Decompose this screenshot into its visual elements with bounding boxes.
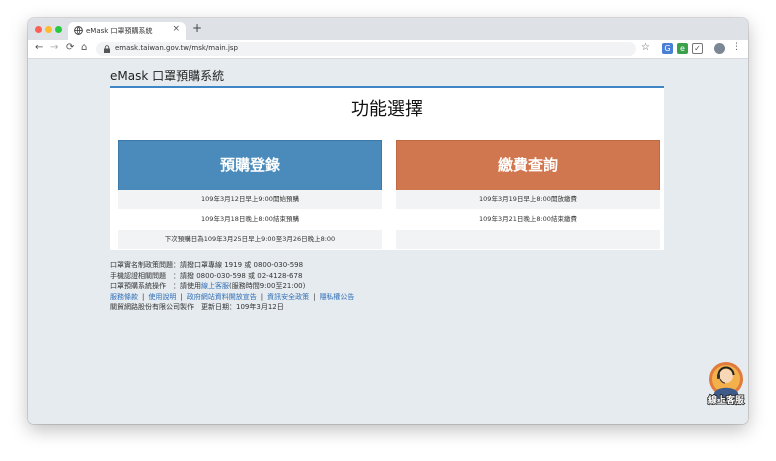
back-button[interactable]: ← [35, 42, 43, 53]
link-separator: | [142, 292, 145, 301]
footer: 口罩實名制政策問題：請撥口罩專線 1919 或 0800-030-598 手機認… [110, 260, 354, 313]
globe-icon [74, 26, 83, 35]
online-service-link[interactable]: 線上客服 [201, 282, 229, 290]
pocket-extension-icon[interactable]: ✓ [692, 43, 703, 54]
browser-tab[interactable]: eMask 口罩預購系統 × [68, 22, 186, 40]
payment-end-info: 109年3月21日晚上8:00結束繳費 [479, 215, 577, 223]
online-service-widget[interactable]: 線上客服 [704, 359, 748, 411]
online-service-widget-label: 線上客服 [707, 395, 745, 407]
lock-icon [104, 45, 110, 53]
link-separator: | [180, 292, 183, 301]
mask-policy-contact: 口罩實名制政策問題：請撥口罩專線 1919 或 0800-030-598 [110, 261, 304, 269]
menu-dots-icon[interactable]: ⋮ [732, 42, 741, 52]
tab-bar: eMask 口罩預購系統 × + [28, 18, 748, 40]
service-hours: (服務時間9:00至21:00) [229, 282, 306, 290]
profile-avatar-icon[interactable] [714, 43, 725, 54]
link-separator: | [260, 292, 264, 301]
home-button[interactable]: ⌂ [81, 42, 87, 53]
reload-button[interactable]: ⟳ [66, 42, 74, 53]
minimize-window-button[interactable] [45, 26, 52, 33]
tab-close-icon[interactable]: × [172, 24, 180, 34]
preorder-register-button[interactable]: 預購登錄 [118, 140, 382, 191]
next-preorder-info: 下次預購日為109年3月25日早上9:00至3月26日晚上8:00 [118, 230, 382, 249]
page-content: eMask 口罩預購系統 功能選擇 預購登錄 繳費查詢 109年3月12日早上9… [28, 59, 748, 424]
forward-button[interactable]: → [50, 42, 58, 53]
open-data-declaration-link[interactable]: 政府網站資料開放宣告 [187, 293, 257, 301]
privacy-notice-link[interactable]: 隱私權公告 [319, 293, 354, 301]
system-operation-contact: 口罩預購系統操作 ：請使用線上客服(服務時間9:00至21:00) [110, 281, 354, 292]
bookmark-star-icon[interactable]: ☆ [641, 42, 650, 53]
tab-title: eMask 口罩預購系統 [86, 27, 153, 35]
preorder-start-info: 109年3月12日早上9:00開始預購 [118, 190, 382, 209]
payment-start-info: 109年3月19日早上8:00開放繳費 [396, 190, 660, 209]
close-window-button[interactable] [35, 26, 42, 33]
maximize-window-button[interactable] [55, 26, 62, 33]
link-separator: | [313, 292, 316, 301]
site-credit: 關貿網路股份有限公司製作 更新日期：109年3月12日 [110, 303, 284, 311]
operation-prefix: 口罩預購系統操作 ：請使用 [110, 282, 201, 290]
page-title: 功能選擇 [351, 99, 423, 120]
security-policy-link[interactable]: 資訊安全政策 [267, 293, 309, 301]
footer-links: 服務條款 | 使用說明 | 政府網站資料開放宣告 | 資訊安全政策 | 隱私權公告 [110, 292, 354, 303]
site-brand[interactable]: eMask 口罩預購系統 [110, 67, 224, 84]
translate-extension-icon[interactable]: G [662, 43, 673, 54]
payment-empty-row [396, 230, 660, 249]
url-text: emask.taiwan.gov.tw/msk/main.jsp [115, 44, 239, 52]
payment-query-button[interactable]: 繳費查詢 [396, 140, 660, 191]
usage-guide-link[interactable]: 使用說明 [148, 293, 176, 301]
evernote-extension-icon[interactable]: e [677, 43, 688, 54]
terms-of-service-link[interactable]: 服務條款 [110, 293, 138, 301]
phone-auth-contact: 手機認證相關問題 ：請撥 0800-030-598 或 02-4128-678 [110, 271, 303, 280]
function-panel: 功能選擇 預購登錄 繳費查詢 109年3月12日早上9:00開始預購 109年3… [110, 88, 664, 250]
address-bar[interactable]: emask.taiwan.gov.tw/msk/main.jsp ☆ [96, 42, 650, 56]
preorder-end-info: 109年3月18日晚上8:00結束預購 [201, 215, 299, 223]
browser-window: eMask 口罩預購系統 × + ← → ⟳ ⌂ emask.taiwan.go… [28, 18, 748, 424]
new-tab-button[interactable]: + [192, 21, 202, 35]
browser-toolbar: ← → ⟳ ⌂ emask.taiwan.gov.tw/msk/main.jsp… [28, 40, 748, 59]
